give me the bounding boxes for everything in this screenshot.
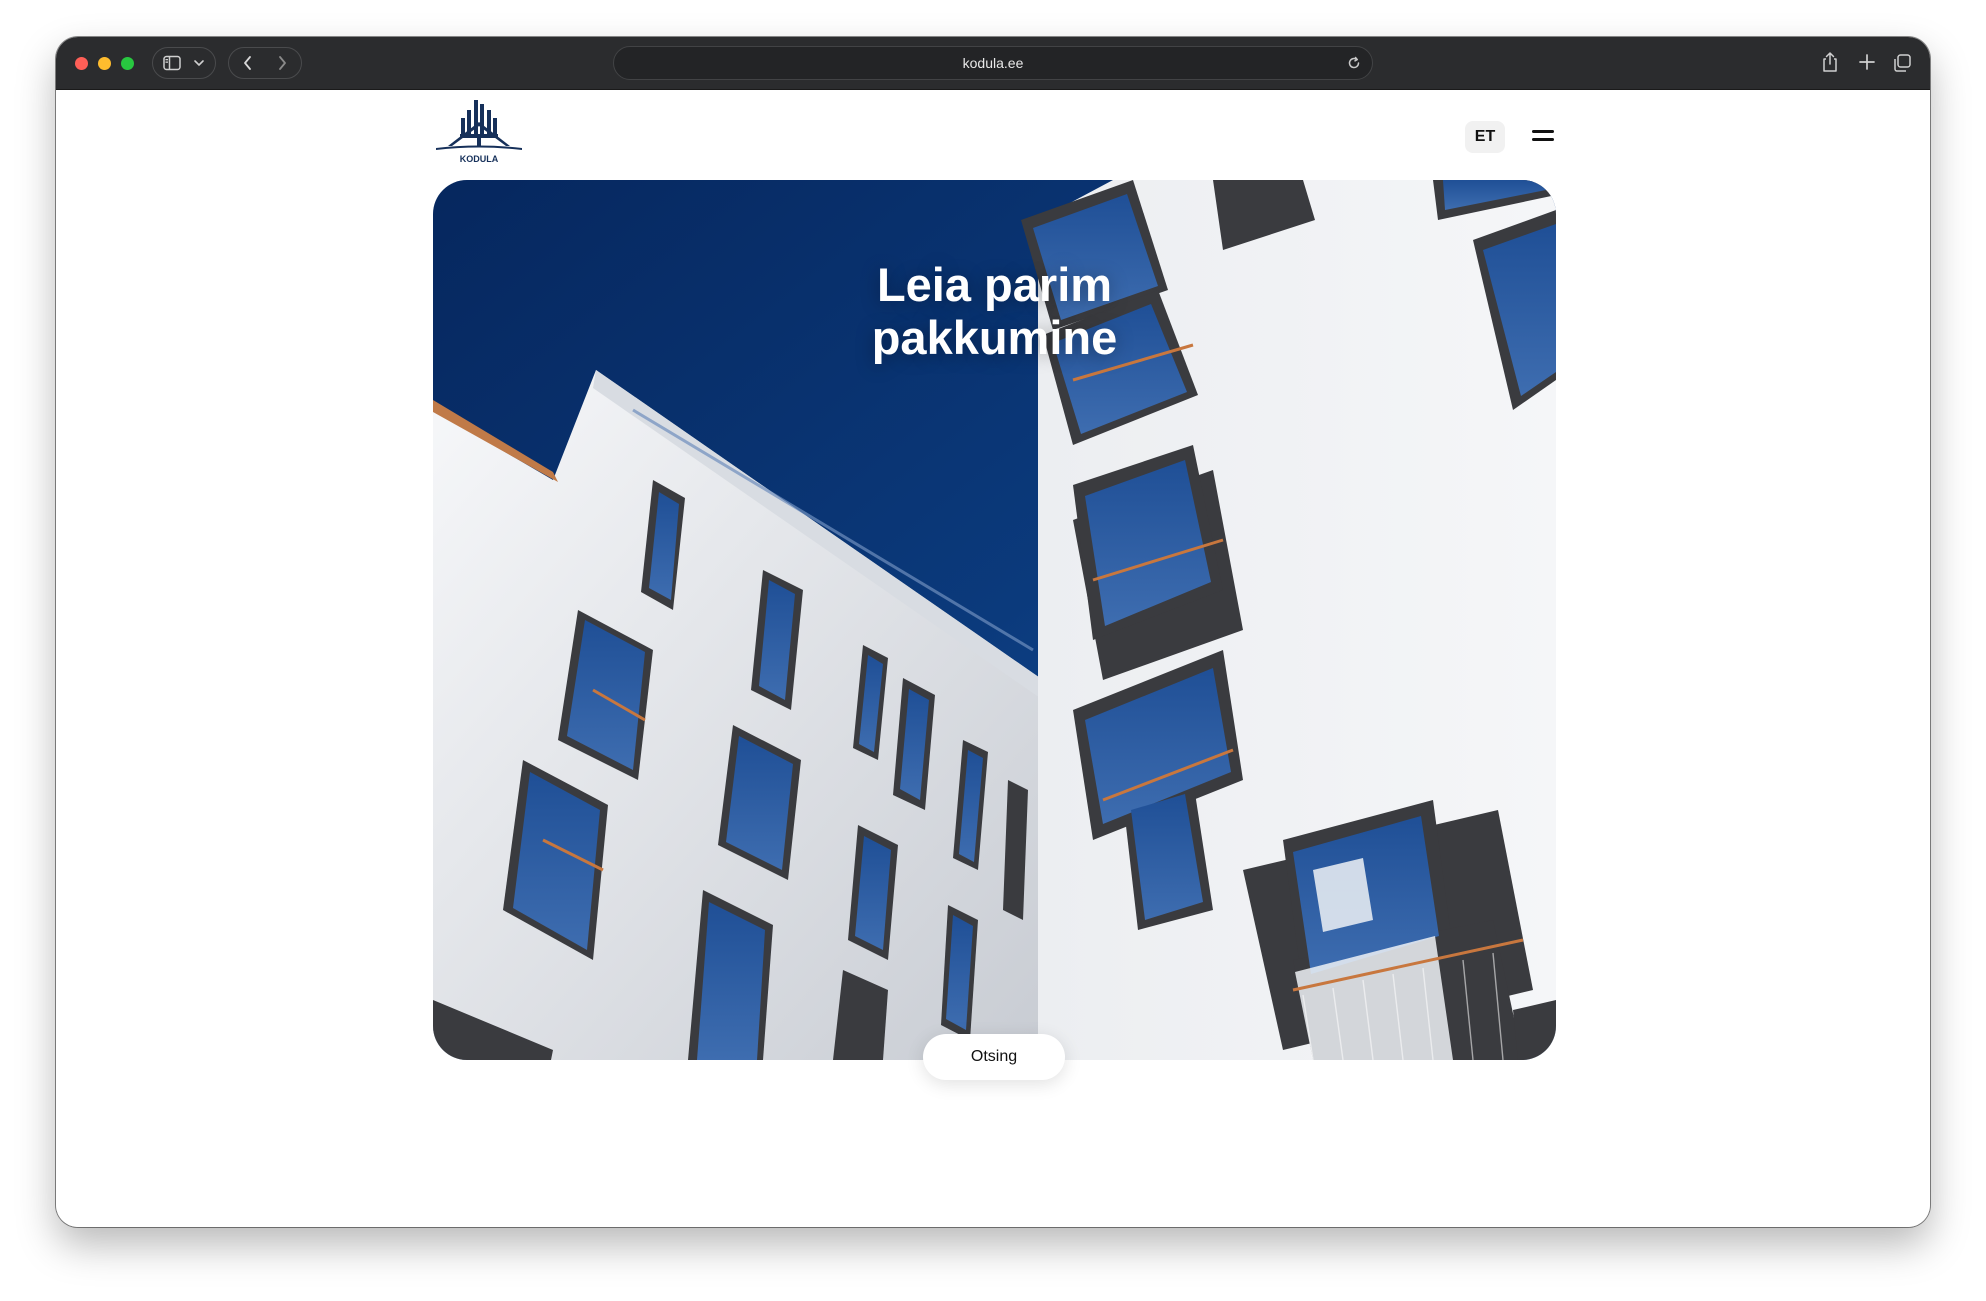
- sidebar-toggle-button[interactable]: [152, 47, 216, 79]
- hamburger-menu-icon[interactable]: [1532, 125, 1556, 149]
- browser-toolbar: kodula.ee: [56, 37, 1930, 90]
- hero-title: Leia parim pakkumine: [433, 258, 1556, 364]
- new-tab-icon[interactable]: [1858, 53, 1876, 76]
- minimize-window-button[interactable]: [98, 57, 111, 70]
- forward-icon[interactable]: [275, 54, 289, 72]
- close-window-button[interactable]: [75, 57, 88, 70]
- logo-text: KODULA: [460, 154, 499, 164]
- url-text: kodula.ee: [962, 55, 1024, 71]
- hero-title-line-2: pakkumine: [871, 311, 1118, 364]
- reload-icon[interactable]: [1346, 55, 1362, 76]
- hero-banner: Leia parim pakkumine: [433, 180, 1556, 1060]
- page-content: KODULA ET Leia parim pakkumine Otsing: [56, 90, 1930, 1227]
- browser-window: kodula.ee KODULA ET Leia parim pakkumine…: [56, 37, 1930, 1227]
- language-selector-button[interactable]: ET: [1465, 121, 1505, 153]
- chevron-down-icon[interactable]: [193, 58, 205, 68]
- navigation-buttons: [228, 47, 302, 79]
- share-icon[interactable]: [1821, 51, 1839, 78]
- back-icon[interactable]: [241, 54, 255, 72]
- sidebar-icon: [163, 55, 181, 71]
- search-button[interactable]: Otsing: [923, 1034, 1065, 1080]
- hero-title-line-1: Leia parim: [876, 258, 1113, 311]
- kodula-logo[interactable]: KODULA: [434, 100, 524, 166]
- tabs-overview-icon[interactable]: [1892, 53, 1912, 78]
- address-bar[interactable]: kodula.ee: [613, 46, 1373, 80]
- zoom-window-button[interactable]: [121, 57, 134, 70]
